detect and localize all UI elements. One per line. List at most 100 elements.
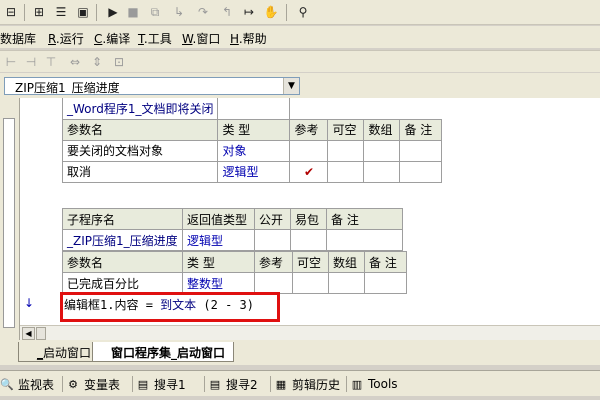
param-remark-cell[interactable] — [399, 160, 443, 183]
watch-table-button[interactable]: 🔍 监视表 — [0, 375, 54, 393]
col-header-array: 数组 — [363, 118, 401, 141]
panel-icon[interactable]: ▣ — [74, 3, 92, 21]
align-center-icon[interactable]: ⊣ — [22, 53, 40, 71]
checkmark-icon[interactable]: ✔ — [289, 160, 329, 183]
database-icon[interactable]: ⊟ — [2, 3, 20, 21]
menu-tools[interactable]: T.工具 — [138, 30, 172, 47]
toolbar-separator — [24, 4, 25, 21]
tab-window-program-set-label: 窗口程序集_启动窗口 — [111, 346, 226, 360]
param-name-cell[interactable]: 已完成百分比 — [62, 272, 183, 294]
sub-public-cell[interactable] — [254, 229, 291, 251]
table-row[interactable]: 要关闭的文档对象 对象 — [61, 139, 443, 162]
menu-database-label: 数据库 — [0, 32, 37, 46]
tab-startup-window[interactable]: _启动窗口 — [18, 342, 101, 362]
horizontal-scrollbar[interactable]: ◀ — [20, 325, 600, 340]
clip-history-button[interactable]: ▦ 剪辑历史 — [274, 375, 340, 393]
param-name-cell[interactable]: 取消 — [61, 160, 219, 183]
tools-icon: ▥ — [351, 377, 363, 391]
same-size-icon[interactable]: ⊡ — [110, 53, 128, 71]
menu-compile-label: .编译 — [102, 32, 131, 46]
variables-table-button[interactable]: ⚙ 变量表 — [66, 375, 120, 393]
menu-help-key: H — [230, 32, 239, 46]
step-icon[interactable]: ⧉ — [146, 3, 164, 21]
separator — [346, 376, 347, 392]
sub-easy-package-cell[interactable] — [290, 229, 327, 251]
col-header-ref: 参考 — [289, 118, 329, 141]
param-remark-cell[interactable] — [399, 139, 443, 162]
run-to-cursor-icon[interactable]: ↦ — [240, 3, 258, 21]
param-ref-cell[interactable] — [289, 139, 329, 162]
window-icon[interactable]: ☰ — [52, 3, 70, 21]
run-icon[interactable]: ▶ — [104, 3, 122, 21]
col-header-easy-package: 易包 — [290, 208, 327, 230]
chevron-down-icon[interactable]: ▼ — [283, 78, 299, 94]
param-type-cell[interactable]: 整数型 — [182, 272, 255, 294]
tools-label: Tools — [368, 377, 398, 391]
align-left-icon[interactable]: ⊢ — [2, 53, 20, 71]
param-array-cell[interactable] — [328, 272, 365, 294]
binoculars-icon[interactable]: ⚲ — [294, 3, 312, 21]
menu-compile[interactable]: C.编译 — [94, 30, 130, 47]
param-ref-cell[interactable] — [254, 272, 293, 294]
table-header-row: 参数名 类 型 参考 可空 数组 备 注 — [61, 118, 443, 141]
param-nullable-cell[interactable] — [292, 272, 329, 294]
subroutine-dropdown-value: _ZIP压缩1_压缩进度 — [9, 81, 120, 95]
param-name-cell[interactable]: 要关闭的文档对象 — [61, 139, 219, 162]
separator — [204, 376, 205, 392]
param-array-cell[interactable] — [363, 160, 401, 183]
event-name-cell[interactable]: _Word程序1_文档即将关闭 — [61, 98, 219, 120]
param-remark-cell[interactable] — [364, 272, 407, 294]
menu-run[interactable]: R.运行 — [48, 30, 84, 47]
col-header-type: 类 型 — [217, 118, 291, 141]
alignment-toolbar: ⊢ ⊣ ⊤ ⇔ ⇕ ⊡ — [0, 50, 600, 72]
tab-window-program-set[interactable]: 窗口程序集_启动窗口 — [92, 342, 235, 362]
param-array-cell[interactable] — [363, 139, 401, 162]
param-type-cell[interactable]: 对象 — [217, 139, 291, 162]
event-params-table: _Word程序1_文档即将关闭 参数名 类 型 参考 可空 数组 备 注 要关闭… — [61, 98, 443, 183]
col-header-ref: 参考 — [254, 251, 293, 273]
menu-help-label: .帮助 — [238, 32, 267, 46]
step-out-icon[interactable]: ↰ — [218, 3, 236, 21]
separator — [62, 376, 63, 392]
separator — [132, 376, 133, 392]
clip-history-label: 剪辑历史 — [292, 377, 341, 392]
param-type-cell[interactable]: 逻辑型 — [217, 160, 291, 183]
same-height-icon[interactable]: ⇕ — [88, 53, 106, 71]
subroutine-table: 子程序名 返回值类型 公开 易包 备 注 _ZIP压缩1_压缩进度 逻辑型 — [62, 208, 403, 251]
param-nullable-cell[interactable] — [327, 139, 365, 162]
same-width-icon[interactable]: ⇔ — [66, 53, 84, 71]
menu-help[interactable]: H.帮助 — [230, 30, 267, 47]
menu-run-key: R — [48, 32, 56, 46]
col-header-type: 类 型 — [182, 251, 255, 273]
align-top-icon[interactable]: ⊤ — [42, 53, 60, 71]
param-nullable-cell[interactable] — [327, 160, 365, 183]
table-row[interactable]: _ZIP压缩1_压缩进度 逻辑型 — [62, 229, 403, 251]
step-over-icon[interactable]: ↷ — [194, 3, 212, 21]
col-header-param-name: 参数名 — [61, 118, 219, 141]
stop-icon[interactable]: ■ — [124, 3, 142, 21]
sub-return-cell[interactable]: 逻辑型 — [182, 229, 255, 251]
search2-button[interactable]: ▤ 搜寻2 — [208, 375, 258, 393]
watch-table-label: 监视表 — [18, 377, 55, 392]
col-header-remark: 备 注 — [364, 251, 407, 273]
menu-database[interactable]: 数据库 — [0, 30, 36, 47]
table-row[interactable]: 已完成百分比 整数型 — [62, 272, 407, 294]
menu-window[interactable]: W.窗口 — [182, 30, 220, 47]
menu-tools-label: .工具 — [143, 32, 172, 46]
magnifier-icon: 🔍 — [0, 377, 14, 391]
step-into-icon[interactable]: ↳ — [170, 3, 188, 21]
tools-button[interactable]: ▥ Tools — [350, 375, 398, 393]
subroutine-dropdown[interactable]: _ZIP压缩1_压缩进度 ▼ — [4, 77, 300, 95]
subroutine-selector-bar: _ZIP压缩1_压缩进度 ▼ — [0, 73, 600, 98]
code-editor[interactable]: _Word程序1_文档即将关闭 参数名 类 型 参考 可空 数组 备 注 要关闭… — [20, 98, 600, 325]
layout-icon[interactable]: ⊞ — [30, 3, 48, 21]
scroll-thumb[interactable] — [36, 327, 46, 340]
search1-button[interactable]: ▤ 搜寻1 — [136, 375, 186, 393]
sub-remark-cell[interactable] — [326, 229, 403, 251]
table-row[interactable]: 取消 逻辑型 ✔ — [61, 160, 443, 183]
highlight-box — [60, 292, 280, 322]
hand-icon[interactable]: ✋ — [262, 3, 280, 21]
sub-name-cell[interactable]: _ZIP压缩1_压缩进度 — [62, 229, 183, 251]
scroll-left-icon[interactable]: ◀ — [22, 327, 35, 340]
left-panel-scrollbar[interactable] — [3, 118, 15, 328]
